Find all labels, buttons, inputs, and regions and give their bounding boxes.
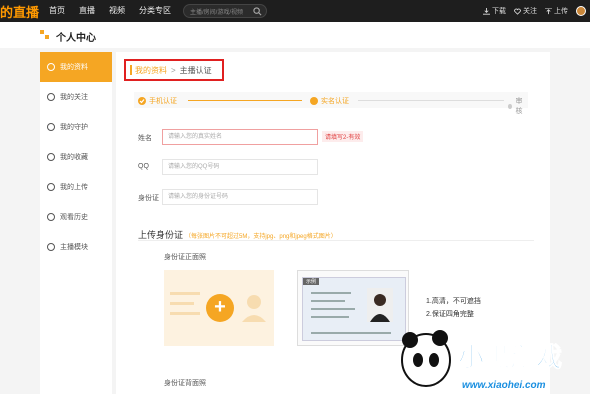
front-photo-label: 身份证正面照 [164,254,206,261]
step-phone: 手机认证 [138,96,177,106]
sidebar-item-anchor[interactable]: 主播模块 [40,232,112,262]
sample-tag: 示例 [303,278,320,285]
sidebar-item-label: 观看历史 [60,214,88,221]
step-label: 审核 [515,98,523,115]
heart-icon [514,8,521,15]
tip-item: 1.高清，不可遮挡 [426,298,481,305]
search-input[interactable]: 主播/房间/游戏/视频 [190,7,243,16]
upload-icon [545,7,552,14]
profile-icon [47,63,55,71]
sidebar-item-label: 我的关注 [60,94,88,101]
upload-icon [47,183,55,191]
qq-label: QQ [138,163,149,170]
upload-label: 上传 [554,8,568,15]
sidebar-item-follow[interactable]: 我的关注 [40,82,112,112]
sidebar-item-label: 我的守护 [60,124,88,131]
add-icon[interactable]: + [206,294,234,322]
svg-text:小黑游戏: 小黑游戏 [458,343,562,373]
user-avatar[interactable] [576,6,586,16]
sidebar-item-upload[interactable]: 我的上传 [40,172,112,202]
step-label: 手机认证 [149,98,177,105]
top-nav-bar: 的直播 首页 直播 视频 分类专区 主播/房间/游戏/视频 下载 关注 上传 [0,0,590,22]
download-label: 下载 [492,8,506,15]
id-label: 身份证 [138,195,159,202]
main-nav: 首页 直播 视频 分类专区 [42,0,178,22]
sidebar-item-history[interactable]: 观看历史 [40,202,112,232]
breadcrumb-parent[interactable]: 我的资料 [135,65,167,76]
id-number-field[interactable]: 请输入您的身份证号码 [162,189,318,205]
step-review: 审核 [508,96,528,116]
divider [138,240,534,241]
anchor-icon [47,243,55,251]
search-box[interactable]: 主播/房间/游戏/视频 [183,4,267,18]
name-error: 请填写2-有效 [322,131,364,142]
top-right-actions: 下载 关注 上传 [475,0,586,22]
page-header: 个人中心 [0,22,590,48]
breadcrumb-marker [130,65,132,75]
follow-icon [47,93,55,101]
step-realname: 实名认证 [310,96,349,106]
nav-home[interactable]: 首页 [42,0,72,22]
progress-steps: 手机认证 实名认证 审核 [134,92,528,115]
nav-categories[interactable]: 分类专区 [132,0,178,22]
site-logo[interactable]: 的直播 [0,2,39,21]
sidebar-item-label: 我的收藏 [60,154,88,161]
page-title: 个人中心 [56,33,96,44]
back-photo-label: 身份证背面照 [164,380,206,387]
search-icon[interactable] [253,7,262,16]
sample-id-card: 示例 [297,270,409,346]
squares-icon [40,30,49,39]
front-upload-area[interactable]: + [164,270,274,346]
breadcrumb-current: 主播认证 [179,65,212,75]
upload-button[interactable]: 上传 [545,6,568,16]
follow-label: 关注 [523,8,537,15]
svg-text:www.xiaohei.com: www.xiaohei.com [462,380,546,391]
breadcrumb: 我的资料 > 主播认证 [124,59,224,81]
sidebar-item-guard[interactable]: 我的守护 [40,112,112,142]
sidebar-item-label: 我的上传 [60,184,88,191]
sidebar: 我的资料 我的关注 我的守护 我的收藏 我的上传 观看历史 主播模块 [40,52,112,394]
step-label: 实名认证 [321,98,349,105]
sidebar-item-favorite[interactable]: 我的收藏 [40,142,112,172]
favorite-icon [47,153,55,161]
id-card-image: 示例 [302,277,406,341]
watermark-logo: 小黑游戏 www.xiaohei.com [401,330,563,391]
sidebar-item-profile[interactable]: 我的资料 [40,52,112,82]
current-step-dot [310,97,318,105]
history-icon [47,213,55,221]
check-icon [138,97,146,105]
download-icon [483,7,490,15]
step-connector [358,100,504,101]
nav-video[interactable]: 视频 [102,0,132,22]
sidebar-item-label: 主播模块 [60,244,88,251]
breadcrumb-separator: > [171,65,176,75]
guard-icon [47,123,55,131]
follow-button[interactable]: 关注 [514,6,537,16]
name-label: 姓名 [138,135,152,142]
upload-title: 上传身份证 [138,230,184,240]
step-connector [188,100,302,101]
portrait-photo [367,288,393,322]
nav-live[interactable]: 直播 [72,0,102,22]
download-button[interactable]: 下载 [483,6,506,16]
pending-step-dot [508,103,513,109]
sidebar-item-label: 我的资料 [60,64,88,71]
name-field[interactable]: 请输入您的真实姓名 [162,129,318,145]
qq-field[interactable]: 请输入您的QQ号码 [162,159,318,175]
